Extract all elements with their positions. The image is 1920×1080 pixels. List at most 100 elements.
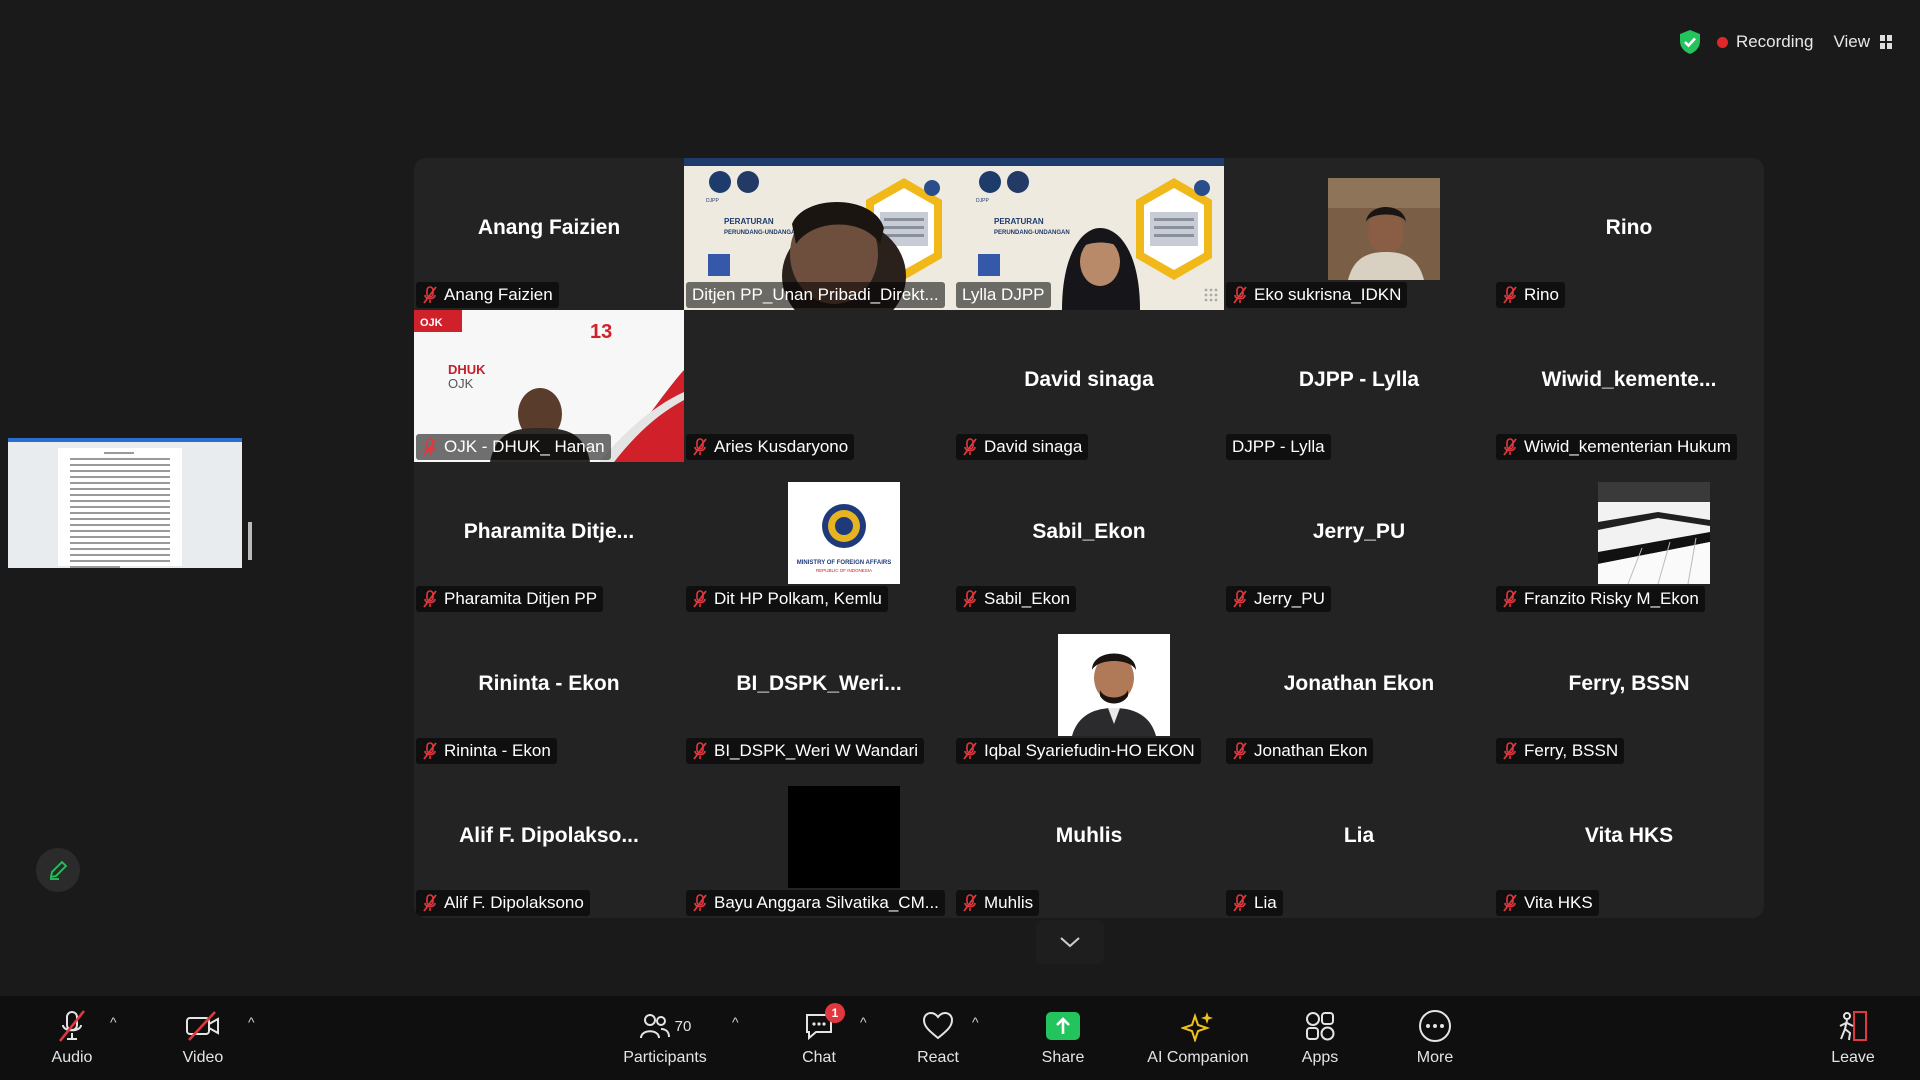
heart-icon (922, 1011, 954, 1040)
apps-button[interactable]: Apps (1298, 996, 1342, 1080)
participants-options-caret-icon[interactable]: ^ (732, 1014, 739, 1030)
mic-muted-icon (963, 894, 977, 912)
participant-name-label: Wiwid_kementerian Hukum (1496, 434, 1737, 460)
participant-tile[interactable]: DJPP PERATURAN PERUNDANG-UNDANGAN Lylla DJP… (954, 158, 1224, 310)
recording-indicator[interactable]: Recording (1716, 32, 1814, 52)
meeting-toolbar: Audio ^ Video ^ 70 Participants ^ 1 Chat… (0, 996, 1920, 1080)
participant-name-display: DJPP - Lylla (1298, 368, 1420, 391)
audio-options-caret-icon[interactable]: ^ (110, 1014, 117, 1030)
video-button[interactable]: Video (175, 996, 231, 1080)
participant-tile[interactable]: Eko sukrisna_IDKN (1224, 158, 1494, 310)
svg-text:REPUBLIC OF INDONESIA: REPUBLIC OF INDONESIA (816, 568, 872, 573)
participant-tile[interactable]: Jonathan Ekon Jonathan Ekon (1224, 614, 1494, 766)
participant-tile[interactable]: Bayu Anggara Silvatika_CM... (684, 766, 954, 918)
participant-name-label: Ditjen PP_Unan Pribadi_Direkt... (686, 282, 945, 308)
participant-tile[interactable]: Lia Lia (1224, 766, 1494, 918)
participant-name: Alif F. Dipolaksono (444, 893, 584, 912)
share-label: Share (1041, 1049, 1085, 1066)
view-label: View (1833, 32, 1870, 51)
participant-name: Wiwid_kementerian Hukum (1524, 437, 1731, 456)
shared-screen-thumbnail[interactable] (8, 438, 242, 568)
participant-tile[interactable]: Franzito Risky M_Ekon (1494, 462, 1764, 614)
participant-tile[interactable]: Wiwid_kemente... Wiwid_kementerian Hukum (1494, 310, 1764, 462)
participant-tile[interactable]: OJK 13 DHUK OJK OJK - DHUK_ Hanan (414, 310, 684, 462)
participant-name-label: DJPP - Lylla (1226, 434, 1331, 460)
participant-name: Lia (1254, 893, 1277, 912)
participant-name-label: Anang Faizien (416, 282, 559, 308)
participant-name: OJK - DHUK_ Hanan (444, 437, 605, 456)
participant-name-label: Bayu Anggara Silvatika_CM... (686, 890, 945, 916)
mic-muted-icon (1503, 742, 1517, 760)
participants-icon (639, 1014, 670, 1039)
piano-keys-photo (1598, 482, 1710, 584)
top-status-bar: Recording View (1677, 26, 1898, 58)
chat-button[interactable]: 1 Chat (797, 996, 845, 1080)
participant-name-label: Rino (1496, 282, 1565, 308)
participant-tile[interactable]: Rininta - Ekon Rininta - Ekon (414, 614, 684, 766)
mic-muted-icon (963, 590, 977, 608)
participant-name-label: Ferry, BSSN (1496, 738, 1625, 764)
meeting-window: Recording View Anang Faizien Anang Faizie… (0, 0, 1920, 1080)
chat-options-caret-icon[interactable]: ^ (860, 1014, 867, 1030)
participant-name: Aries Kusdaryono (714, 437, 849, 456)
mic-muted-icon (1233, 894, 1247, 912)
participant-name-label: Pharamita Ditjen PP (416, 586, 604, 612)
encryption-shield-icon[interactable] (1677, 29, 1703, 55)
mic-muted-icon (56, 1009, 88, 1043)
react-button[interactable]: React (916, 996, 960, 1080)
participant-name-label: David sinaga (956, 434, 1089, 460)
participant-name: Vita HKS (1524, 893, 1593, 912)
share-button[interactable]: Share (1041, 996, 1085, 1080)
participant-name: DJPP - Lylla (1232, 437, 1325, 456)
participant-tile[interactable]: MINISTRY OF FOREIGN AFFAIRS REPUBLIC OF I… (684, 462, 954, 614)
participant-tile[interactable]: Ferry, BSSN Ferry, BSSN (1494, 614, 1764, 766)
participant-name: Ferry, BSSN (1524, 741, 1619, 760)
participant-tile[interactable]: DJPP PERATURAN PERUNDANG-UNDANGAN Ditjen PP… (684, 158, 954, 310)
participant-tile[interactable]: Jerry_PU Jerry_PU (1224, 462, 1494, 614)
audio-button[interactable]: Audio (44, 996, 100, 1080)
participant-tile[interactable]: Muhlis Muhlis (954, 766, 1224, 918)
participant-name-display: Wiwid_kemente... (1541, 368, 1717, 391)
react-options-caret-icon[interactable]: ^ (972, 1014, 979, 1030)
participant-tile[interactable]: Rino Rino (1494, 158, 1764, 310)
participant-name-display: Lia (1343, 824, 1375, 847)
participant-tile[interactable]: Iqbal Syariefudin-HO EKON (954, 614, 1224, 766)
view-button[interactable]: View (1827, 32, 1898, 52)
participant-tile[interactable]: David sinaga David sinaga (954, 310, 1224, 462)
video-options-caret-icon[interactable]: ^ (248, 1014, 255, 1030)
mic-muted-icon (693, 894, 707, 912)
mic-muted-icon (1503, 894, 1517, 912)
annotate-pen-button[interactable] (36, 848, 80, 892)
chevron-down-icon (1060, 937, 1080, 948)
pencil-icon (49, 860, 68, 880)
participant-tile[interactable]: Pharamita Ditje... Pharamita Ditjen PP (414, 462, 684, 614)
participant-tile[interactable]: Aries Kusdaryono (684, 310, 954, 462)
participant-name: Eko sukrisna_IDKN (1254, 285, 1402, 304)
ai-companion-button[interactable]: AI Companion (1143, 996, 1253, 1080)
participant-name: Rino (1524, 285, 1559, 304)
participant-name-display: Vita HKS (1584, 824, 1674, 847)
mic-muted-icon (423, 894, 437, 912)
recording-label: Recording (1735, 32, 1814, 51)
participant-name: Ditjen PP_Unan Pribadi_Direkt... (692, 285, 939, 304)
splitter-handle[interactable] (248, 522, 252, 560)
participant-tile[interactable]: BI_DSPK_Weri... BI_DSPK_Weri W Wandari (684, 614, 954, 766)
participant-tile[interactable]: Vita HKS Vita HKS (1494, 766, 1764, 918)
mic-muted-icon (1233, 286, 1247, 304)
participant-tile[interactable]: DJPP - Lylla DJPP - Lylla (1224, 310, 1494, 462)
participant-tile[interactable]: Anang Faizien Anang Faizien (414, 158, 684, 310)
participant-name-display: Rininta - Ekon (478, 672, 620, 695)
participant-name-label: Aries Kusdaryono (686, 434, 855, 460)
sparkle-icon (1181, 1012, 1213, 1042)
participant-tile[interactable]: Sabil_Ekon Sabil_Ekon (954, 462, 1224, 614)
drag-handle-icon[interactable] (1204, 288, 1218, 302)
scroll-down-button[interactable] (1036, 920, 1104, 964)
svg-text:PERUNDANG-UNDANGAN: PERUNDANG-UNDANGAN (724, 230, 800, 236)
leave-button[interactable]: Leave (1830, 996, 1876, 1080)
participant-tile[interactable]: Alif F. Dipolakso... Alif F. Dipolaksono (414, 766, 684, 918)
more-button[interactable]: More (1412, 996, 1458, 1080)
participant-name: Anang Faizien (444, 285, 553, 304)
participants-button[interactable]: 70 Participants (620, 996, 710, 1080)
mic-muted-icon (1503, 286, 1517, 304)
participant-name-label: Muhlis (956, 890, 1040, 916)
